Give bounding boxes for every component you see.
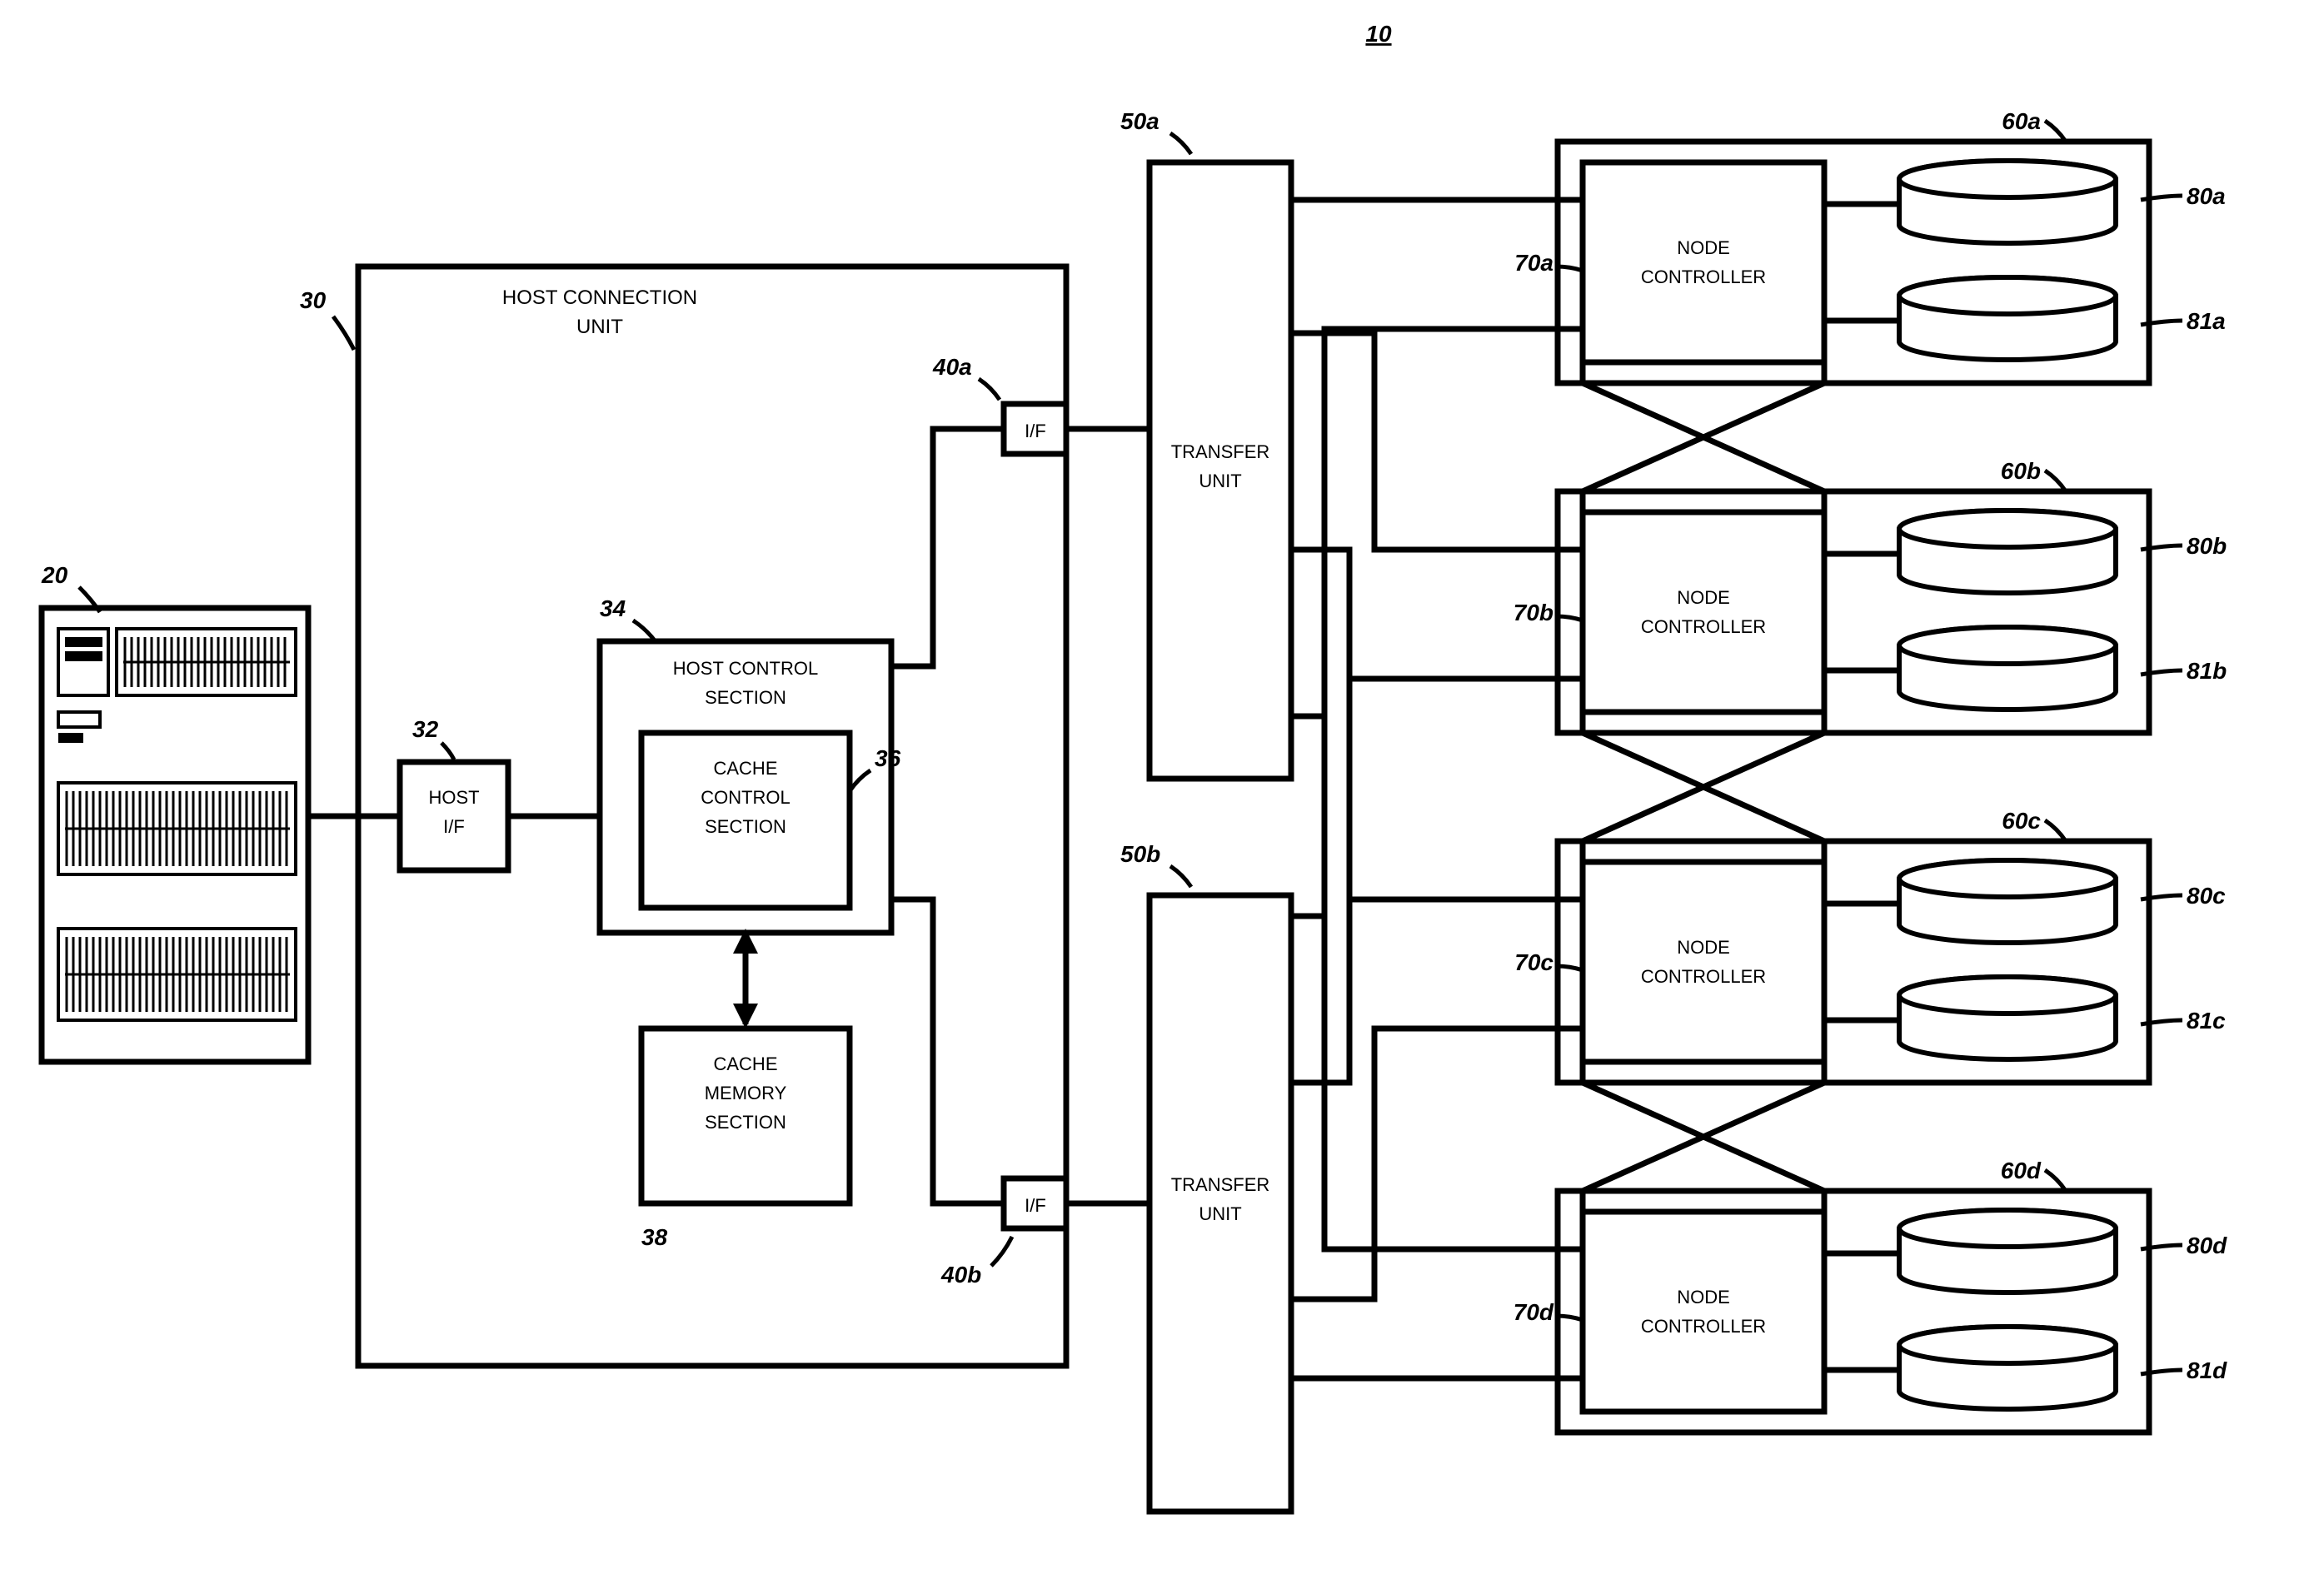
host-computer: 20 <box>41 562 308 1062</box>
disk-81d-ref: 81d <box>2187 1357 2227 1383</box>
node-a-ctrl-label-1: NODE <box>1677 237 1730 258</box>
ifb-ref: 40b <box>940 1262 981 1288</box>
node-c-ctrl-ref: 70c <box>1514 949 1553 975</box>
node-b-ctrl-ref: 70b <box>1514 600 1553 625</box>
node-a-controller <box>1583 162 1824 362</box>
disk-80d <box>1899 1210 2116 1293</box>
node-b-ctrl-label-2: CONTROLLER <box>1641 616 1766 637</box>
node-b-controller <box>1583 512 1824 712</box>
cachemem-label-1: CACHE <box>713 1053 777 1074</box>
disk-81c-ref: 81c <box>2187 1008 2226 1034</box>
hostif-label-2: I/F <box>443 816 465 837</box>
hostif-ref: 32 <box>412 716 439 742</box>
tu-b-ref: 50b <box>1120 841 1160 867</box>
cachectrl-label-3: SECTION <box>705 816 786 837</box>
node-d-ctrl-ref: 70d <box>1514 1299 1554 1325</box>
disk-81c <box>1899 977 2116 1059</box>
node-a-ref: 60a <box>2002 108 2041 134</box>
transfer-unit-a: 50a TRANSFER UNIT <box>1120 108 1291 779</box>
hcu-title-2: UNIT <box>576 316 623 338</box>
disk-81a <box>1899 277 2116 360</box>
disk-80b <box>1899 511 2116 593</box>
disk-81d <box>1899 1327 2116 1409</box>
ifb-label: I/F <box>1025 1195 1046 1216</box>
tu-a-label-1: TRANSFER <box>1171 441 1270 462</box>
diagram-canvas: 10 20 30 HOS <box>0 0 2324 1574</box>
hostctrl-label-1: HOST CONTROL <box>673 658 818 679</box>
tu-a-label-2: UNIT <box>1199 471 1241 491</box>
node-c: 60c NODE CONTROLLER 70c 80c 81c <box>1514 808 2226 1083</box>
node-a: 60a NODE CONTROLLER 70a 80a 81a <box>1514 108 2225 383</box>
node-d-controller <box>1583 1212 1824 1412</box>
node-d-ctrl-label-1: NODE <box>1677 1287 1730 1308</box>
disk-80a-ref: 80a <box>2187 183 2226 209</box>
cachectrl-label-1: CACHE <box>713 758 777 779</box>
tu-b-label-1: TRANSFER <box>1171 1174 1270 1195</box>
disk-81b-ref: 81b <box>2187 658 2227 684</box>
hostctrl-ref: 34 <box>600 595 626 621</box>
disk-80c-ref: 80c <box>2187 883 2226 909</box>
cachemem-label-2: MEMORY <box>705 1083 787 1103</box>
cachectrl-label-2: CONTROL <box>701 787 790 808</box>
disk-80d-ref: 80d <box>2187 1233 2227 1258</box>
cachemem-label-3: SECTION <box>705 1112 786 1133</box>
node-d: 60d NODE CONTROLLER 70d 80d 81d <box>1514 1158 2227 1432</box>
node-b-ctrl-label-1: NODE <box>1677 587 1730 608</box>
disk-81b <box>1899 627 2116 710</box>
tu-a-ref: 50a <box>1120 108 1160 134</box>
node-d-ref: 60d <box>2001 1158 2042 1183</box>
node-a-ctrl-ref: 70a <box>1514 250 1553 276</box>
host-connection-unit: 30 HOST CONNECTION UNIT 32 HOST I/F 34 H… <box>300 266 1066 1366</box>
disk-80a <box>1899 161 2116 243</box>
hcu-title-1: HOST CONNECTION <box>502 286 697 309</box>
figure-ref: 10 <box>1365 21 1392 47</box>
tu-b-label-2: UNIT <box>1199 1203 1241 1224</box>
ifa-label: I/F <box>1025 421 1046 441</box>
disk-81a-ref: 81a <box>2187 308 2226 334</box>
hcu-ref: 30 <box>300 287 327 313</box>
node-c-ref: 60c <box>2002 808 2041 834</box>
node-d-ctrl-label-2: CONTROLLER <box>1641 1316 1766 1337</box>
disk-80c <box>1899 860 2116 943</box>
node-c-ctrl-label-1: NODE <box>1677 937 1730 958</box>
ifa-ref: 40a <box>932 354 972 380</box>
node-a-ctrl-label-2: CONTROLLER <box>1641 266 1766 287</box>
hostif-label-1: HOST <box>428 787 479 808</box>
node-c-ctrl-label-2: CONTROLLER <box>1641 966 1766 987</box>
transfer-unit-b: 50b TRANSFER UNIT <box>1120 841 1291 1512</box>
node-b-ref: 60b <box>2001 458 2041 484</box>
cachectrl-ref: 36 <box>875 745 901 771</box>
host-computer-ref: 20 <box>41 562 68 588</box>
node-c-controller <box>1583 862 1824 1062</box>
hostctrl-label-2: SECTION <box>705 687 786 708</box>
disk-80b-ref: 80b <box>2187 533 2227 559</box>
cachemem-ref: 38 <box>641 1224 668 1250</box>
node-b: 60b NODE CONTROLLER 70b 80b 81b <box>1514 458 2227 733</box>
